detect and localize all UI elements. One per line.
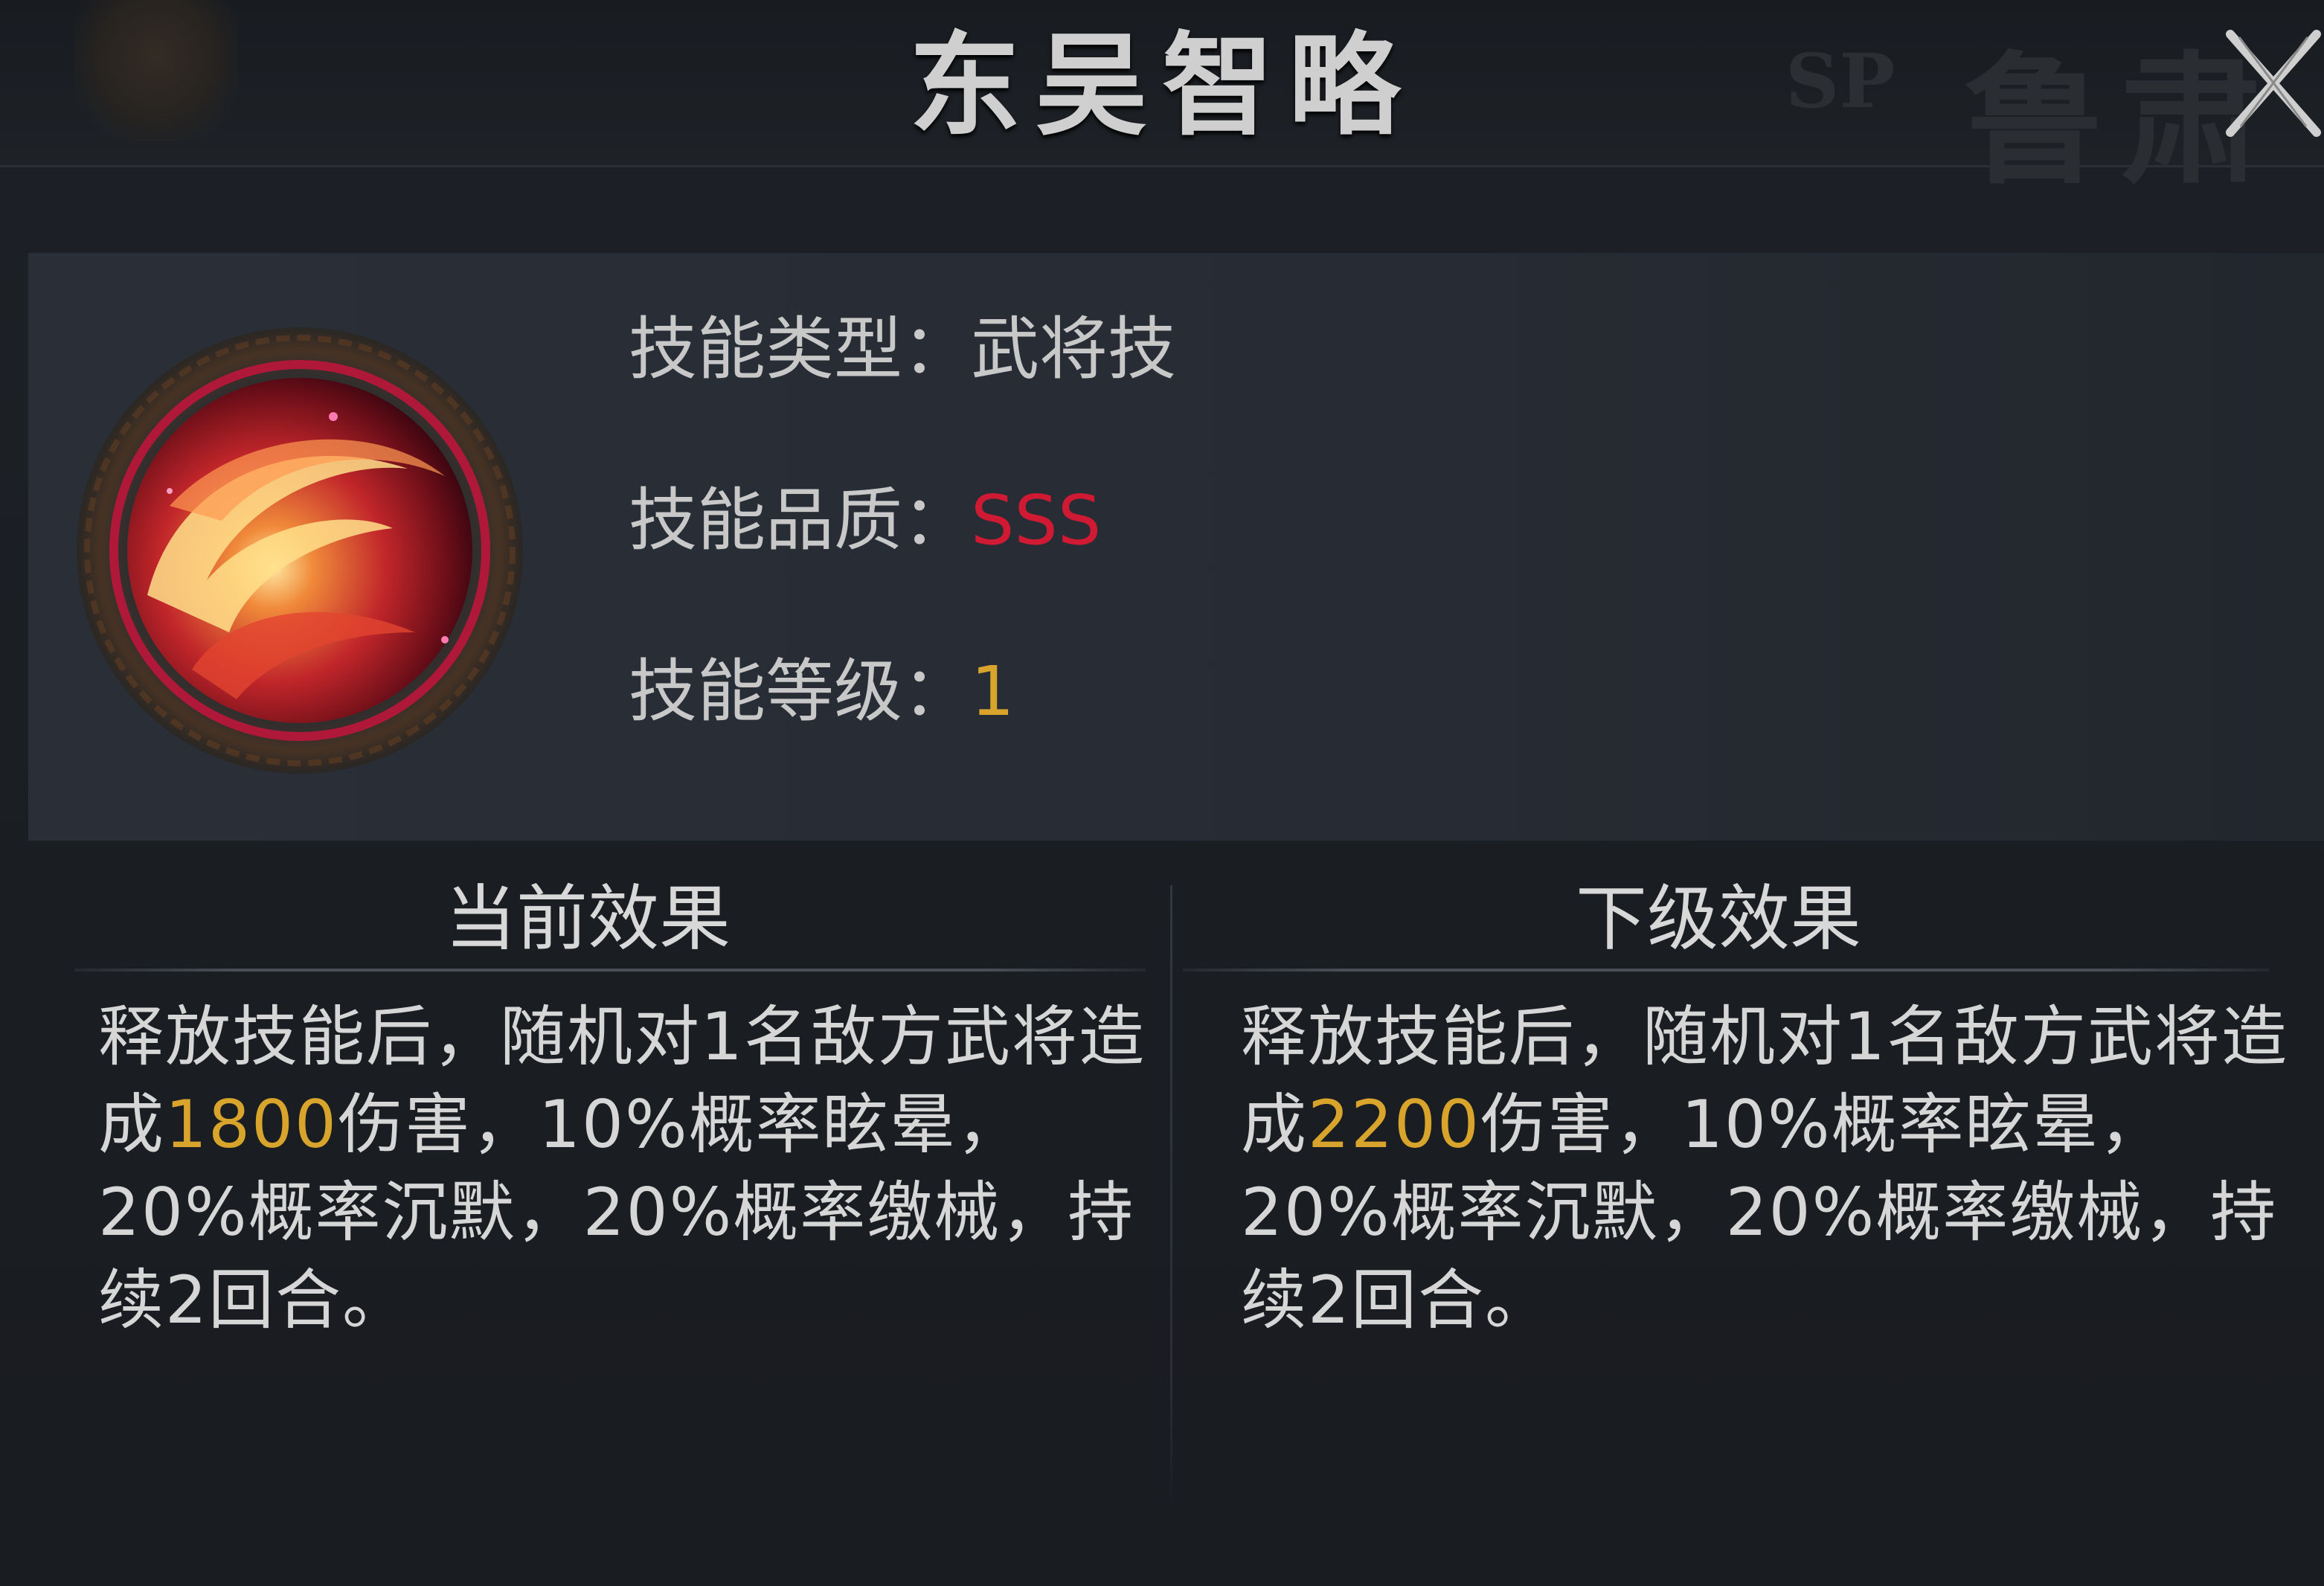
current-effect-description: 释放技能后，随机对1名敌方武将造成1800伤害，10%概率眩晕，20%概率沉默，…: [98, 993, 1169, 1344]
dialog-header: SP 鲁肃 东吴智略: [0, 0, 2324, 203]
skill-level-value: 1: [971, 652, 1015, 731]
skill-type-row: 技能类型：武将技: [629, 309, 1176, 391]
column-divider: [1170, 885, 1172, 1510]
next-effect-rule: [1183, 969, 2269, 972]
close-x-icon: [2226, 30, 2321, 137]
skill-detail-dialog: SP 鲁肃 东吴智略 技能类型：武将技 技能品质：SSS 技能等级：1 当前效果…: [0, 0, 2324, 1586]
current-effect-title: 当前效果: [445, 877, 731, 960]
skill-quality-label: 技能品质：: [629, 481, 972, 560]
next-effect-title: 下级效果: [1576, 877, 1861, 960]
next-effect-description: 释放技能后，随机对1名敌方武将造成2200伤害，10%概率眩晕，20%概率沉默，…: [1241, 993, 2312, 1344]
red-flame-orb-icon: [58, 283, 542, 818]
skill-quality-row: 技能品质：SSS: [629, 480, 1101, 562]
skill-level-label: 技能等级：: [629, 652, 972, 731]
current-effect-rule: [74, 969, 1146, 972]
skill-level-row: 技能等级：1: [629, 651, 1015, 733]
current-effect-damage: 1800: [165, 1086, 338, 1163]
skill-type-label: 技能类型：: [629, 309, 972, 389]
close-button[interactable]: [2217, 22, 2324, 141]
skill-quality-value: SSS: [971, 481, 1102, 560]
skill-type-value: 武将技: [971, 309, 1177, 389]
skill-title: 东吴智略: [908, 20, 1415, 151]
next-effect-damage: 2200: [1308, 1086, 1480, 1163]
